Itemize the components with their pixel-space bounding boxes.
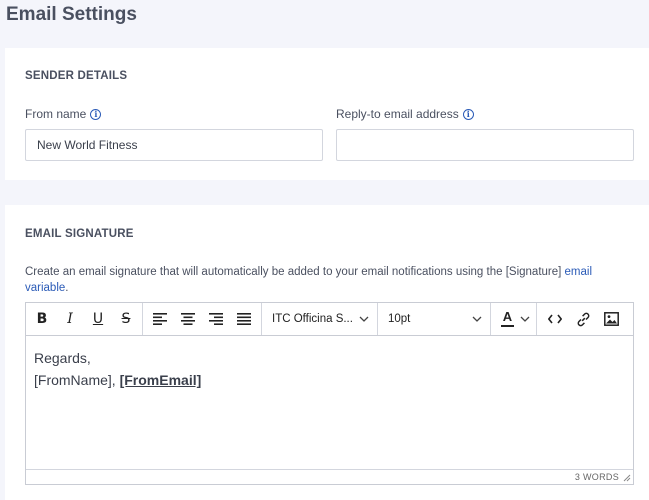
editor-toolbar: B I U S ITC Officina S... 10pt A	[26, 303, 633, 336]
link-icon[interactable]	[569, 303, 597, 335]
from-name-input[interactable]	[25, 129, 323, 161]
font-size-select[interactable]: 10pt	[378, 303, 491, 335]
chevron-down-icon[interactable]	[520, 316, 530, 322]
sender-details-heading: SENDER DETAILS	[25, 70, 128, 82]
font-family-value: ITC Officina S...	[272, 313, 353, 325]
justify-icon[interactable]	[230, 303, 258, 335]
signature-description-end: .	[65, 282, 69, 294]
text-color-letter: A	[502, 309, 513, 324]
chevron-down-icon	[359, 316, 369, 322]
font-size-value: 10pt	[388, 313, 411, 325]
from-name-variable: [FromName],	[34, 372, 120, 388]
underline-icon[interactable]: U	[84, 303, 112, 335]
font-family-select[interactable]: ITC Officina S...	[262, 303, 378, 335]
info-icon[interactable]: i	[462, 108, 474, 120]
strikethrough-icon[interactable]: S	[112, 303, 140, 335]
image-icon[interactable]	[597, 303, 625, 335]
reply-to-label: Reply-to email address i	[336, 107, 474, 121]
email-signature-heading: EMAIL SIGNATURE	[25, 228, 134, 240]
code-icon[interactable]	[541, 303, 569, 335]
format-group: B I U S	[26, 303, 143, 335]
signature-description: Create an email signature that will auto…	[25, 264, 630, 296]
email-signature-card: EMAIL SIGNATURE Create an email signatur…	[5, 205, 649, 500]
text-color-group[interactable]: A	[491, 303, 537, 335]
text-color-icon[interactable]: A	[501, 309, 514, 327]
align-right-icon[interactable]	[202, 303, 230, 335]
editor-statusbar: 3 WORDS	[26, 469, 633, 484]
chevron-down-icon	[472, 316, 482, 322]
word-count: 3 WORDS	[574, 472, 619, 482]
resize-handle-icon[interactable]	[623, 474, 631, 482]
align-group	[143, 303, 262, 335]
sender-details-card: SENDER DETAILS From name i Reply-to emai…	[5, 48, 649, 180]
reply-to-label-text: Reply-to email address	[336, 107, 459, 121]
from-name-label-text: From name	[25, 107, 87, 121]
text-color-swatch	[501, 325, 514, 327]
from-email-variable-link[interactable]: [FromEmail]	[120, 372, 202, 388]
insert-group	[537, 303, 627, 335]
align-left-icon[interactable]	[146, 303, 174, 335]
signature-line-1: Regards,	[34, 350, 91, 366]
signature-description-text: Create an email signature that will auto…	[25, 266, 565, 278]
editor-content[interactable]: Regards, [FromName], [FromEmail]	[34, 347, 624, 391]
from-name-label: From name i	[25, 107, 102, 121]
signature-editor: B I U S ITC Officina S... 10pt A Regards…	[25, 302, 634, 485]
bold-icon[interactable]: B	[28, 303, 56, 335]
align-center-icon[interactable]	[174, 303, 202, 335]
signature-line-2: [FromName], [FromEmail]	[34, 369, 624, 391]
italic-icon[interactable]: I	[56, 303, 84, 335]
page-title: Email Settings	[6, 4, 137, 25]
reply-to-email-input[interactable]	[336, 129, 634, 161]
info-icon[interactable]: i	[90, 108, 102, 120]
